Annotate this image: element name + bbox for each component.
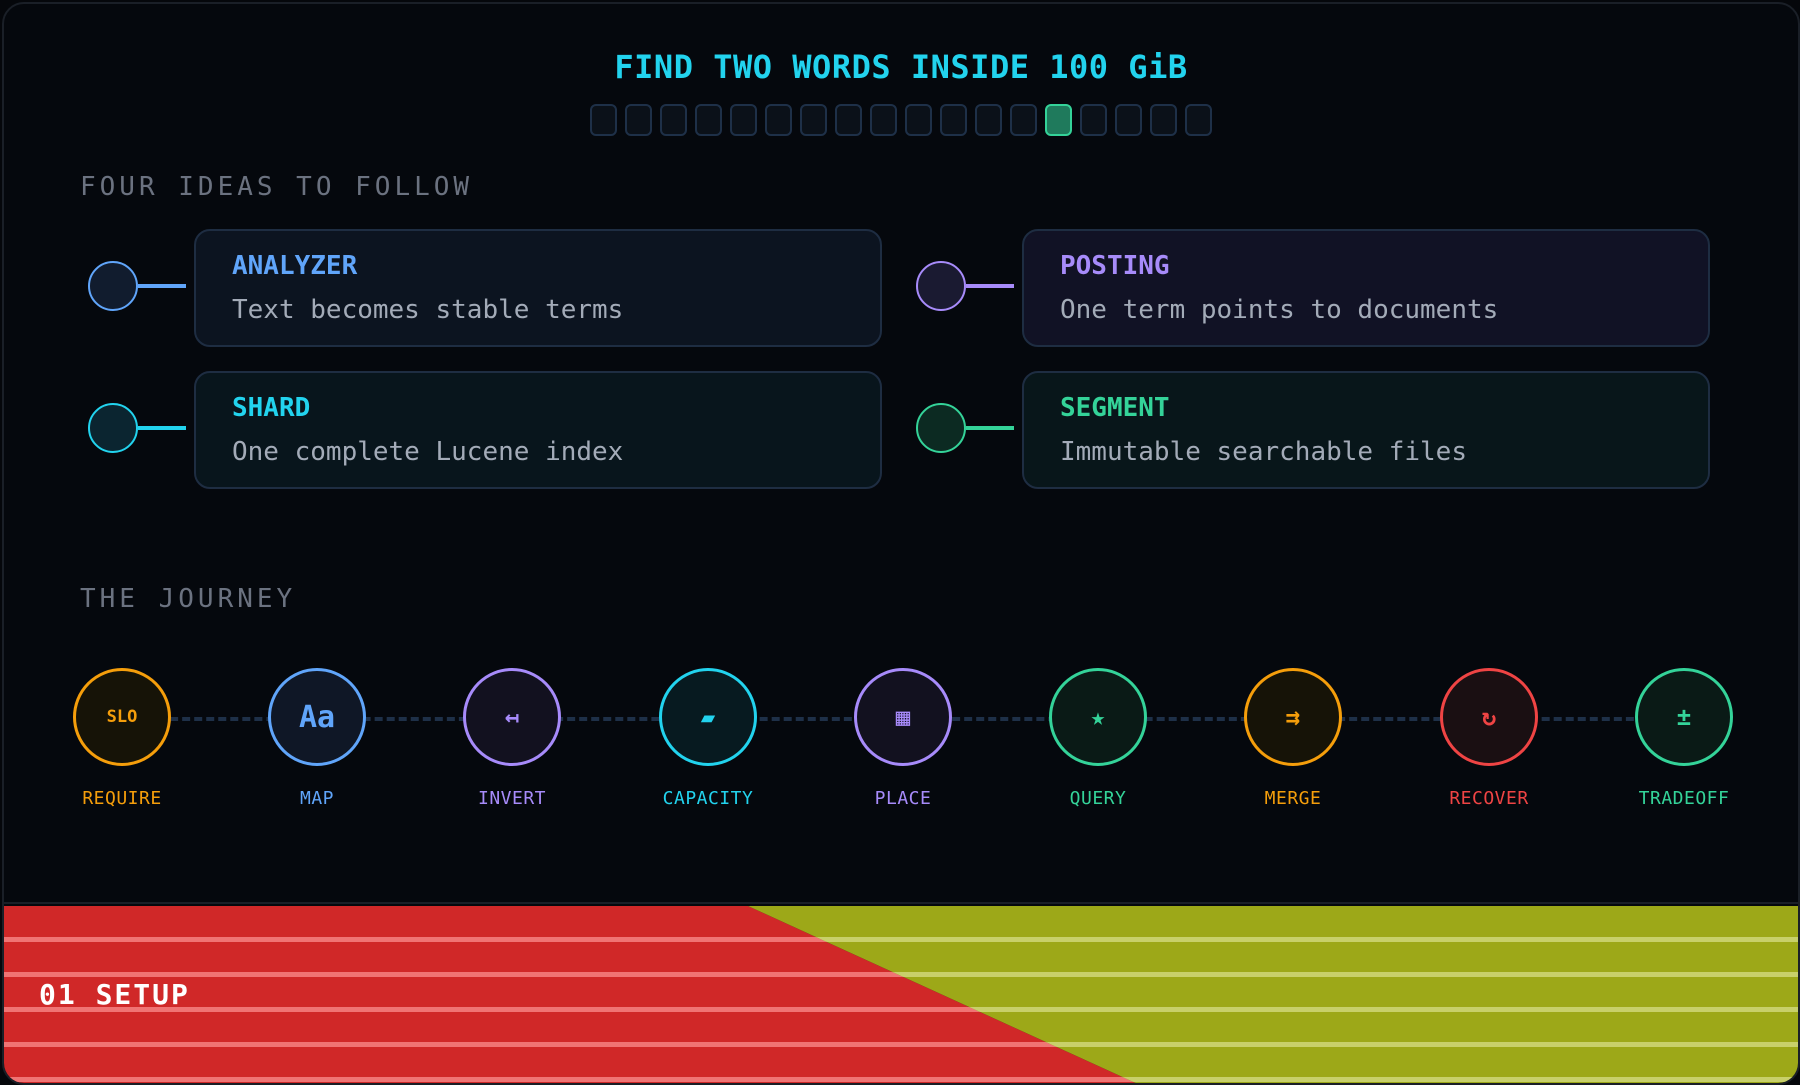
journey-step-invert[interactable]: ↤ INVERT <box>432 668 592 809</box>
journey-step-require[interactable]: SLO REQUIRE <box>42 668 202 809</box>
concept-card: ANALYZER Text becomes stable terms <box>194 229 882 347</box>
journey-step-circle[interactable]: ▰ <box>659 668 757 766</box>
progress-dot[interactable] <box>800 104 827 136</box>
journey-step-circle[interactable]: ↤ <box>463 668 561 766</box>
journey-step-map[interactable]: Aa MAP <box>237 668 397 809</box>
journey-section-label: THE JOURNEY <box>80 584 297 614</box>
concept-connector <box>966 426 1014 430</box>
concept-node <box>916 403 966 453</box>
journey-step-circle[interactable]: ⇉ <box>1244 668 1342 766</box>
journey-step-label: REQUIRE <box>82 788 162 809</box>
journey-step-circle[interactable]: ↻ <box>1440 668 1538 766</box>
concept-description: One term points to documents <box>1060 295 1499 325</box>
progress-dot[interactable] <box>905 104 932 136</box>
journey-step-label: TRADEOFF <box>1638 788 1730 809</box>
journey-step-place[interactable]: ▦ PLACE <box>823 668 983 809</box>
journey-step-circle[interactable]: Aa <box>268 668 366 766</box>
concept-card: POSTING One term points to documents <box>1022 229 1710 347</box>
journey-step-query[interactable]: ★ QUERY <box>1018 668 1178 809</box>
progress-dot[interactable] <box>870 104 897 136</box>
grid-icon: ▦ <box>895 703 911 731</box>
progress-dot[interactable] <box>730 104 757 136</box>
double-arrow-right-icon: ⇉ <box>1285 703 1301 731</box>
journey-step-label: MERGE <box>1264 788 1322 809</box>
concept-description: Text becomes stable terms <box>232 295 624 325</box>
journey-step-label: INVERT <box>477 788 547 809</box>
progress-dot[interactable] <box>625 104 652 136</box>
progress-dot[interactable] <box>940 104 967 136</box>
concept-description: Immutable searchable files <box>1060 437 1467 467</box>
journey-step-label: QUERY <box>1069 788 1127 809</box>
concept-description: One complete Lucene index <box>232 437 624 467</box>
parallelogram-icon: ▰ <box>700 703 716 731</box>
footer-banner: 01 SETUP <box>4 902 1798 1083</box>
journey-step-merge[interactable]: ⇉ MERGE <box>1213 668 1373 809</box>
concept-title: SEGMENT <box>1060 393 1170 423</box>
journey-step-circle[interactable]: SLO <box>73 668 171 766</box>
progress-dot[interactable] <box>1010 104 1037 136</box>
concept-connector <box>138 284 186 288</box>
journey-step-label: MAP <box>299 788 334 809</box>
progress-indicator <box>4 104 1798 136</box>
slide-frame: FIND TWO WORDS INSIDE 100 GiB FOUR IDEAS… <box>2 2 1800 1085</box>
progress-dot[interactable] <box>660 104 687 136</box>
concepts-section-label: FOUR IDEAS TO FOLLOW <box>80 172 474 202</box>
concept-title: SHARD <box>232 393 311 423</box>
progress-dot[interactable] <box>1115 104 1142 136</box>
concept-card: SEGMENT Immutable searchable files <box>1022 371 1710 489</box>
progress-dot-active[interactable] <box>1045 104 1072 136</box>
concept-node <box>88 403 138 453</box>
progress-dot[interactable] <box>1080 104 1107 136</box>
progress-dot[interactable] <box>975 104 1002 136</box>
concept-title: ANALYZER <box>232 251 358 281</box>
concept-node <box>88 261 138 311</box>
arrow-left-bar-icon: ↤ <box>504 703 520 731</box>
footer-stripes <box>4 906 1798 1083</box>
progress-dot[interactable] <box>835 104 862 136</box>
progress-dot[interactable] <box>590 104 617 136</box>
plus-minus-icon: ± <box>1676 703 1692 731</box>
refresh-icon: ↻ <box>1481 703 1497 731</box>
progress-dot[interactable] <box>1150 104 1177 136</box>
section-label-setup: 01 SETUP <box>39 978 190 1011</box>
journey-step-circle[interactable]: ★ <box>1049 668 1147 766</box>
star-icon: ★ <box>1090 703 1106 731</box>
concept-node <box>916 261 966 311</box>
text-case-icon: Aa <box>298 699 336 735</box>
journey-step-label: RECOVER <box>1449 788 1529 809</box>
journey-step-circle[interactable]: ± <box>1635 668 1733 766</box>
page-title: FIND TWO WORDS INSIDE 100 GiB <box>614 48 1188 86</box>
journey-step-tradeoff[interactable]: ± TRADEOFF <box>1604 668 1764 809</box>
progress-dot[interactable] <box>695 104 722 136</box>
slo-icon: SLO <box>106 707 138 727</box>
concept-connector <box>966 284 1014 288</box>
journey-step-label: PLACE <box>874 788 932 809</box>
journey-step-capacity[interactable]: ▰ CAPACITY <box>628 668 788 809</box>
concept-connector <box>138 426 186 430</box>
journey-step-label: CAPACITY <box>662 788 754 809</box>
concept-card: SHARD One complete Lucene index <box>194 371 882 489</box>
concept-title: POSTING <box>1060 251 1170 281</box>
progress-dot[interactable] <box>1185 104 1212 136</box>
journey-step-recover[interactable]: ↻ RECOVER <box>1409 668 1569 809</box>
journey-step-circle[interactable]: ▦ <box>854 668 952 766</box>
progress-dot[interactable] <box>765 104 792 136</box>
